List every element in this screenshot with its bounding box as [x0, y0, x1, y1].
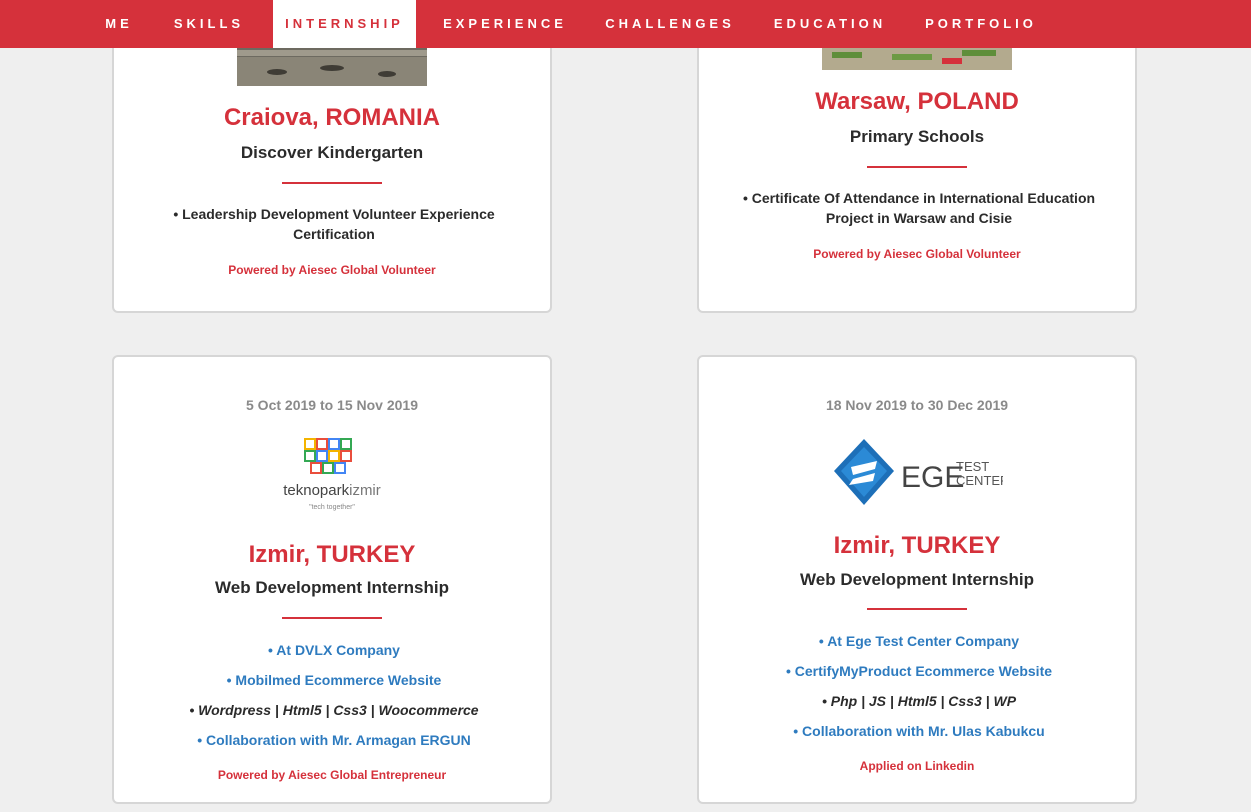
internship-card-ege-test-center: 18 Nov 2019 to 30 Dec 2019 EGE TEST CENT…: [697, 355, 1137, 804]
card-footer: Powered by Aiesec Global Entrepreneur: [217, 768, 447, 782]
nav-item-experience[interactable]: EXPERIENCE: [432, 0, 578, 48]
tech-stack: • Wordpress | Html5 | Css3 | Woocommerce: [189, 702, 479, 718]
collaborator-link[interactable]: • Collaboration with Mr. Armagan ERGUN: [154, 730, 514, 750]
svg-text:"tech together": "tech together": [309, 504, 355, 511]
card-role: Primary Schools: [849, 127, 985, 146]
top-navigation-bar: ME SKILLS INTERNSHIP EXPERIENCE CHALLENG…: [0, 0, 1251, 48]
card-divider: [282, 617, 382, 619]
card-footer: Powered by Aiesec Global Volunteer: [228, 263, 436, 277]
internship-card-teknopark: 5 Oct 2019 to 15 Nov 2019 teknoparkizmir…: [112, 355, 552, 804]
svg-text:EGE: EGE: [901, 461, 964, 494]
project-link[interactable]: • CertifyMyProduct Ecommerce Website: [739, 661, 1099, 681]
card-city: Izmir, TURKEY: [833, 532, 1001, 559]
card-divider: [867, 166, 967, 168]
card-city: Warsaw, POLAND: [815, 88, 1019, 115]
nav-item-education[interactable]: EDUCATION: [762, 0, 898, 48]
card-role: Web Development Internship: [800, 570, 1034, 589]
card-date-range: 5 Oct 2019 to 15 Nov 2019: [246, 397, 418, 413]
card-role: Discover Kindergarten: [240, 143, 424, 162]
nav-item-challenges[interactable]: CHALLENGES: [594, 0, 746, 48]
card-city: Izmir, TURKEY: [248, 541, 416, 568]
svg-text:teknoparkizmir: teknoparkizmir: [283, 482, 381, 499]
company-link[interactable]: • At Ege Test Center Company: [739, 631, 1099, 651]
ege-test-center-logo: EGE TEST CENTER: [831, 437, 1009, 509]
tech-stack: • Php | JS | Html5 | Css3 | WP: [821, 693, 1017, 709]
card-bullet: • Certificate Of Attendance in Internati…: [742, 190, 1096, 226]
card-divider: [867, 608, 967, 610]
project-link[interactable]: • Mobilmed Ecommerce Website: [154, 670, 514, 690]
svg-text:TEST: TEST: [956, 459, 989, 474]
card-footer: Powered by Aiesec Global Volunteer: [813, 247, 1021, 261]
svg-text:CENTER: CENTER: [956, 473, 1003, 488]
collaborator-link[interactable]: • Collaboration with Mr. Ulas Kabukcu: [739, 721, 1099, 741]
company-link[interactable]: • At DVLX Company: [154, 640, 514, 660]
card-role: Web Development Internship: [215, 578, 449, 597]
card-city: Craiova, ROMANIA: [223, 104, 441, 131]
nav-item-internship[interactable]: INTERNSHIP: [273, 0, 416, 48]
card-bullet: • Leadership Development Volunteer Exper…: [173, 206, 495, 242]
card-divider: [282, 182, 382, 184]
linkedin-link[interactable]: Applied on Linkedin: [699, 759, 1135, 773]
nav-item-portfolio[interactable]: PORTFOLIO: [914, 0, 1048, 48]
card-date-range: 18 Nov 2019 to 30 Dec 2019: [825, 397, 1009, 413]
nav-item-me[interactable]: ME: [92, 0, 146, 48]
teknopark-izmir-logo: teknoparkizmir "tech together": [267, 437, 397, 517]
nav-item-skills[interactable]: SKILLS: [162, 0, 256, 48]
